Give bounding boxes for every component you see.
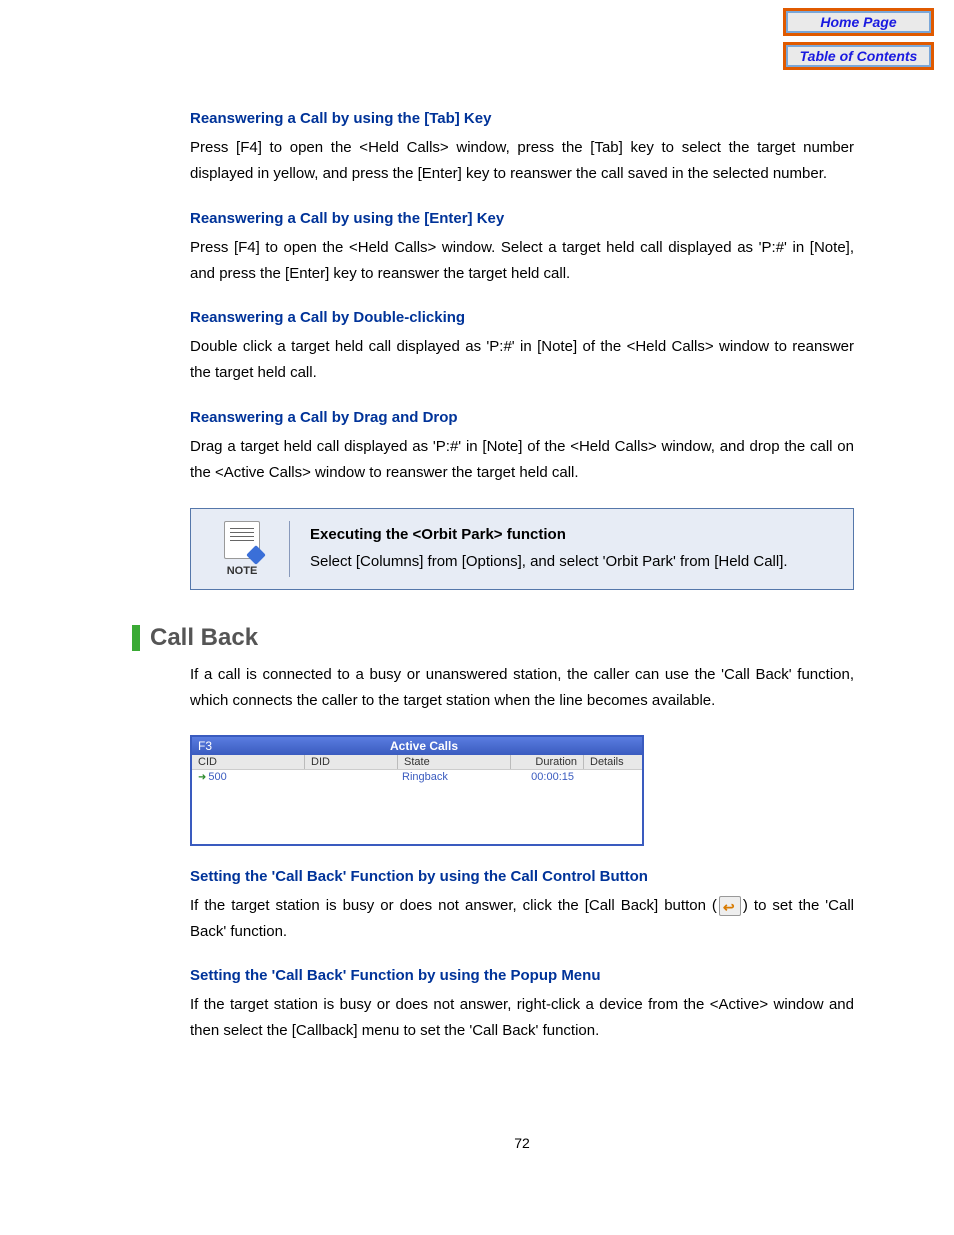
cell-details	[580, 770, 642, 784]
subhead-cb-button: Setting the 'Call Back' Function by usin…	[190, 868, 854, 885]
section-bar-icon	[132, 625, 140, 651]
para-cb-popup: If the target station is busy or does no…	[190, 992, 854, 1045]
cell-cid: 500	[192, 770, 304, 784]
para-double: Double click a target held call displaye…	[190, 334, 854, 387]
subhead-enter: Reanswering a Call by using the [Enter] …	[190, 210, 854, 227]
page-number: 72	[190, 1135, 854, 1151]
cell-did	[304, 770, 396, 784]
cell-duration: 00:00:15	[508, 770, 580, 784]
header-did[interactable]: DID	[305, 755, 398, 769]
callback-icon	[719, 896, 741, 916]
subhead-cb-popup: Setting the 'Call Back' Function by usin…	[190, 967, 854, 984]
cb-button-pre: If the target station is busy or does no…	[190, 897, 717, 914]
para-enter: Press [F4] to open the <Held Calls> wind…	[190, 235, 854, 288]
window-body-empty	[192, 784, 642, 844]
window-title-text: Active Calls	[212, 739, 636, 753]
note-body-text: Select [Columns] from [Options], and sel…	[310, 548, 788, 575]
header-cid[interactable]: CID	[192, 755, 305, 769]
subhead-double: Reanswering a Call by Double-clicking	[190, 309, 854, 326]
subhead-tab: Reanswering a Call by using the [Tab] Ke…	[190, 110, 854, 127]
home-page-button[interactable]: Home Page	[783, 8, 934, 36]
note-label: NOTE	[227, 565, 258, 577]
note-icon	[224, 521, 260, 559]
window-shortcut: F3	[198, 739, 212, 753]
para-drag: Drag a target held call displayed as 'P:…	[190, 434, 854, 487]
active-calls-window: F3 Active Calls CID DID State Duration D…	[190, 735, 644, 846]
header-details[interactable]: Details	[584, 755, 642, 769]
note-box: NOTE Executing the <Orbit Park> function…	[190, 508, 854, 590]
toc-button[interactable]: Table of Contents	[783, 42, 934, 70]
section-title-callback: Call Back	[132, 624, 854, 652]
window-headers: CID DID State Duration Details	[192, 755, 642, 770]
cell-state: Ringback	[396, 770, 508, 784]
header-state[interactable]: State	[398, 755, 511, 769]
nav-buttons: Home Page Table of Contents	[783, 8, 934, 70]
table-row[interactable]: 500 Ringback 00:00:15	[192, 770, 642, 784]
para-tab: Press [F4] to open the <Held Calls> wind…	[190, 135, 854, 188]
callback-intro: If a call is connected to a busy or unan…	[190, 662, 854, 715]
para-cb-button: If the target station is busy or does no…	[190, 893, 854, 946]
window-titlebar: F3 Active Calls	[192, 737, 642, 755]
note-title: Executing the <Orbit Park> function	[310, 521, 788, 548]
header-duration[interactable]: Duration	[511, 755, 584, 769]
section-title-text: Call Back	[150, 624, 258, 652]
subhead-drag: Reanswering a Call by Drag and Drop	[190, 409, 854, 426]
